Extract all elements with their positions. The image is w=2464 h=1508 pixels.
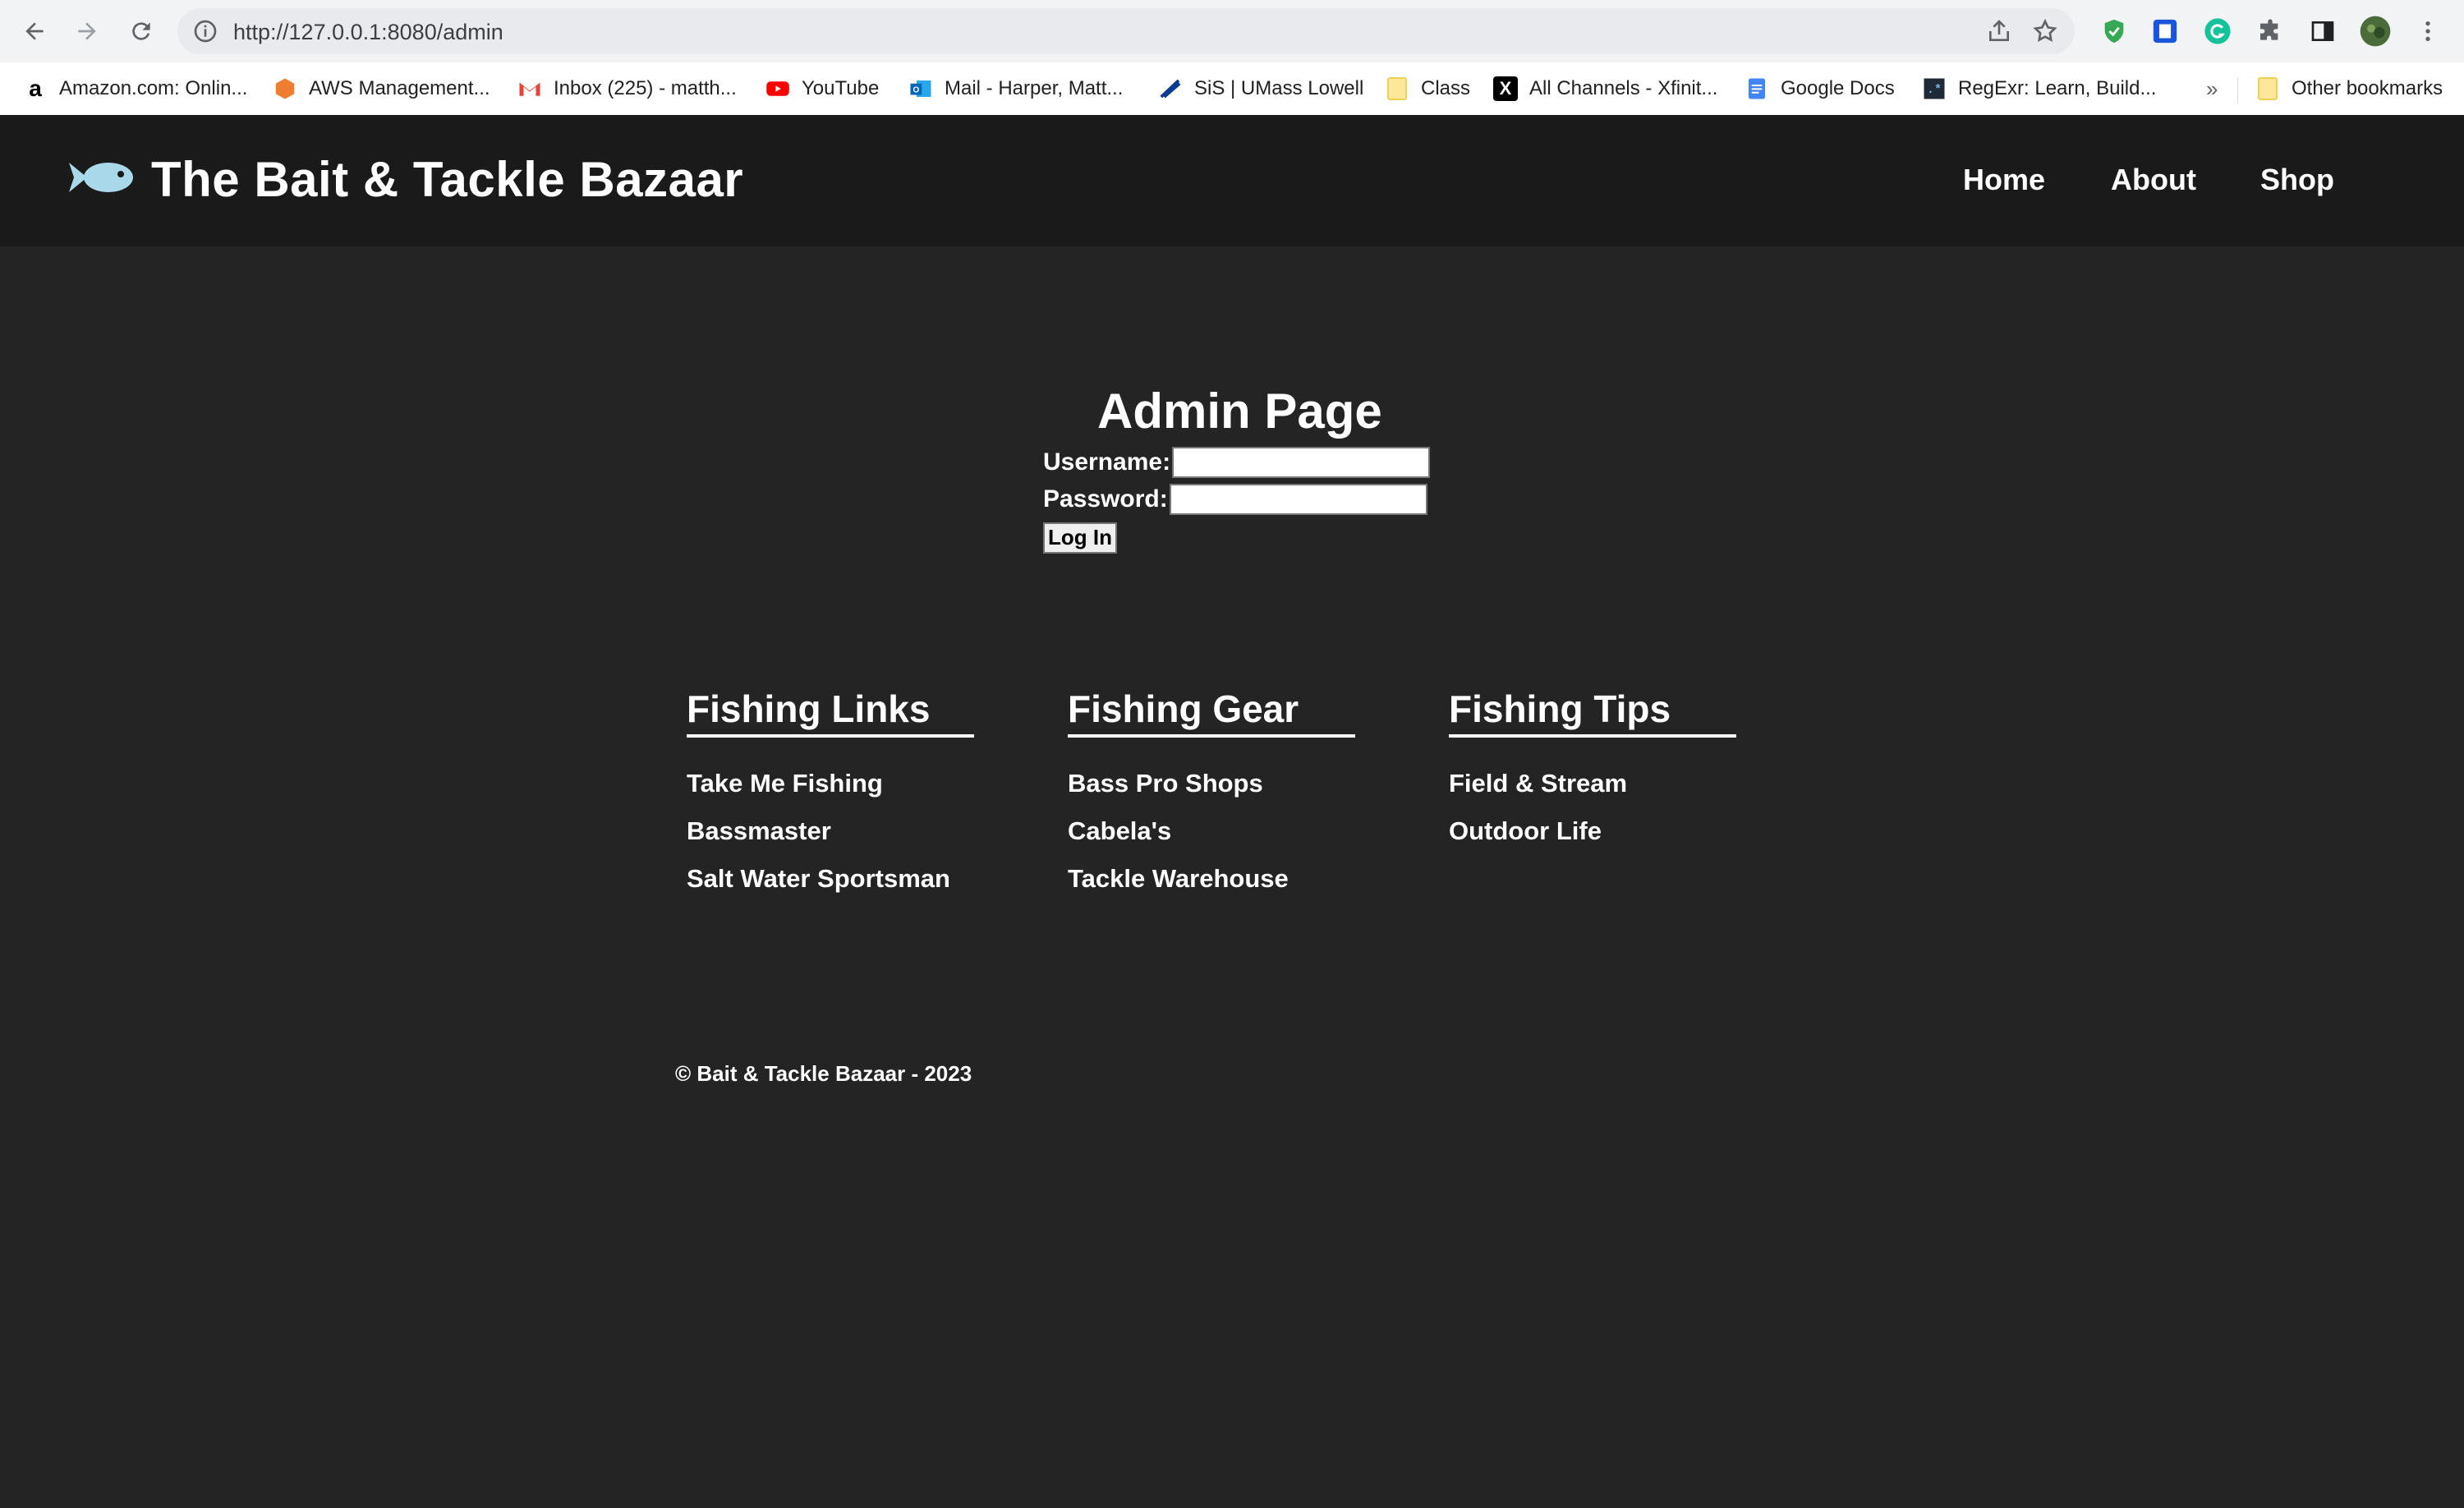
grammarly-icon[interactable] xyxy=(2201,15,2234,48)
bookmark-label: Inbox (225) - matth... xyxy=(554,77,737,99)
bookmark-label: RegExr: Learn, Build... xyxy=(1958,77,2157,99)
login-button[interactable]: Log In xyxy=(1043,522,1117,554)
column-heading: Fishing Tips xyxy=(1449,687,1736,738)
site-header: The Bait & Tackle Bazaar Home About Shop xyxy=(0,115,2464,246)
username-label: Username: xyxy=(1043,448,1171,476)
youtube-icon xyxy=(766,81,789,96)
reload-button[interactable] xyxy=(122,11,161,51)
bookmark-label: All Channels - Xfinit... xyxy=(1529,77,1718,99)
bookmark-label: AWS Management... xyxy=(309,77,490,99)
bookmark-label: Mail - Harper, Matt... xyxy=(945,77,1124,99)
profile-avatar[interactable] xyxy=(2359,15,2392,48)
bookmark-regexr[interactable]: .* RegExr: Learn, Build... xyxy=(1922,71,2156,107)
bookmark-amazon[interactable]: a Amazon.com: Onlin... xyxy=(23,71,247,107)
link-salt-water-sportsman[interactable]: Salt Water Sportsman xyxy=(687,864,950,894)
bookmark-label: Amazon.com: Onlin... xyxy=(59,77,248,99)
folder-icon xyxy=(1385,76,1409,101)
bookmarks-overflow-button[interactable]: » xyxy=(2206,71,2218,107)
share-icon[interactable] xyxy=(1986,18,2012,44)
link-outdoor-life[interactable]: Outdoor Life xyxy=(1449,816,1602,846)
menu-kebab-icon[interactable] xyxy=(2411,15,2444,48)
back-button[interactable] xyxy=(15,11,54,51)
link-bass-pro-shops[interactable]: Bass Pro Shops xyxy=(1068,769,1263,798)
svg-text:O: O xyxy=(913,85,919,94)
link-cabelas[interactable]: Cabela's xyxy=(1068,816,1171,846)
bookmark-label: SiS | UMass Lowell xyxy=(1194,77,1364,99)
aws-icon xyxy=(275,78,295,99)
nav-shop-link[interactable]: Shop xyxy=(2260,163,2334,197)
bookmark-label: Other bookmarks xyxy=(2292,77,2443,99)
copyright-text: © Bait & Tackle Bazaar - 2023 xyxy=(675,1061,972,1086)
nav-about-link[interactable]: About xyxy=(2111,163,2196,197)
fish-logo-icon xyxy=(69,163,133,192)
bookmark-mail[interactable]: O Mail - Harper, Matt... xyxy=(908,71,1123,107)
outlook-icon: O xyxy=(910,80,931,97)
side-panel-icon[interactable] xyxy=(2306,15,2339,48)
link-tackle-warehouse[interactable]: Tackle Warehouse xyxy=(1068,864,1289,894)
forward-button[interactable] xyxy=(67,11,107,51)
column-heading: Fishing Links xyxy=(687,687,974,738)
bookmark-class-folder[interactable]: Class xyxy=(1385,71,1470,107)
xfinity-icon: X xyxy=(1493,76,1518,101)
link-field-and-stream[interactable]: Field & Stream xyxy=(1449,769,1627,798)
password-row: Password: xyxy=(1043,484,1427,515)
bookmarks-bar: a Amazon.com: Onlin... AWS Management...… xyxy=(0,62,2464,116)
browser-toolbar: http://127.0.0.1:8080/admin xyxy=(0,0,2464,62)
umass-icon xyxy=(1160,78,1181,99)
regexr-icon: .* xyxy=(1924,78,1945,99)
password-label: Password: xyxy=(1043,485,1168,513)
back-arrow-icon xyxy=(25,22,44,40)
column-heading: Fishing Gear xyxy=(1068,687,1355,738)
bookmark-label: YouTube xyxy=(802,77,880,99)
nav-home-link[interactable]: Home xyxy=(1963,163,2045,197)
reload-icon xyxy=(132,22,150,40)
other-bookmarks-folder[interactable]: Other bookmarks xyxy=(2255,71,2443,107)
bookmark-label: Class xyxy=(1421,77,1471,99)
page-title: Admin Page xyxy=(1097,384,1382,439)
bookmark-aws[interactable]: AWS Management... xyxy=(273,71,490,107)
svg-text:.*: .* xyxy=(1927,83,1942,97)
bookmark-xfinity[interactable]: X All Channels - Xfinit... xyxy=(1493,71,1717,107)
password-input[interactable] xyxy=(1169,484,1427,515)
username-input[interactable] xyxy=(1172,447,1431,478)
password-extension-icon[interactable] xyxy=(2149,15,2181,48)
username-row: Username: xyxy=(1043,447,1431,478)
site-title[interactable]: The Bait & Tackle Bazaar xyxy=(151,151,743,208)
bookmark-youtube[interactable]: YouTube xyxy=(765,71,879,107)
address-bar[interactable]: http://127.0.0.1:8080/admin xyxy=(177,8,2075,54)
shield-extension-icon[interactable] xyxy=(2098,15,2131,48)
site-info-icon[interactable] xyxy=(192,18,218,44)
bookmark-star-icon[interactable] xyxy=(2032,18,2058,44)
browser-chrome: http://127.0.0.1:8080/admin a Amazon.com… xyxy=(0,0,2464,116)
url-text[interactable]: http://127.0.0.1:8080/admin xyxy=(233,20,503,45)
bookmark-google-docs[interactable]: Google Docs xyxy=(1745,71,1895,107)
bookmark-umass[interactable]: SiS | UMass Lowell xyxy=(1158,71,1363,107)
folder-icon xyxy=(2255,76,2280,101)
amazon-icon: a xyxy=(29,76,42,101)
footer-column-fishing-links: Fishing Links Take Me Fishing Bassmaster… xyxy=(687,687,974,893)
bookmark-gmail[interactable]: Inbox (225) - matth... xyxy=(517,71,737,107)
footer-column-fishing-gear: Fishing Gear Bass Pro Shops Cabela's Tac… xyxy=(1068,687,1355,893)
link-take-me-fishing[interactable]: Take Me Fishing xyxy=(687,769,883,798)
footer-column-fishing-tips: Fishing Tips Field & Stream Outdoor Life xyxy=(1449,687,1736,845)
overflow-chevron-icon: » xyxy=(2206,76,2218,101)
bookmarks-divider xyxy=(2237,77,2238,103)
gmail-icon xyxy=(519,82,540,96)
extensions-puzzle-icon[interactable] xyxy=(2254,15,2287,48)
forward-arrow-icon xyxy=(78,22,96,40)
bookmark-label: Google Docs xyxy=(1781,77,1895,99)
link-bassmaster[interactable]: Bassmaster xyxy=(687,816,831,846)
google-docs-icon xyxy=(1749,78,1765,99)
